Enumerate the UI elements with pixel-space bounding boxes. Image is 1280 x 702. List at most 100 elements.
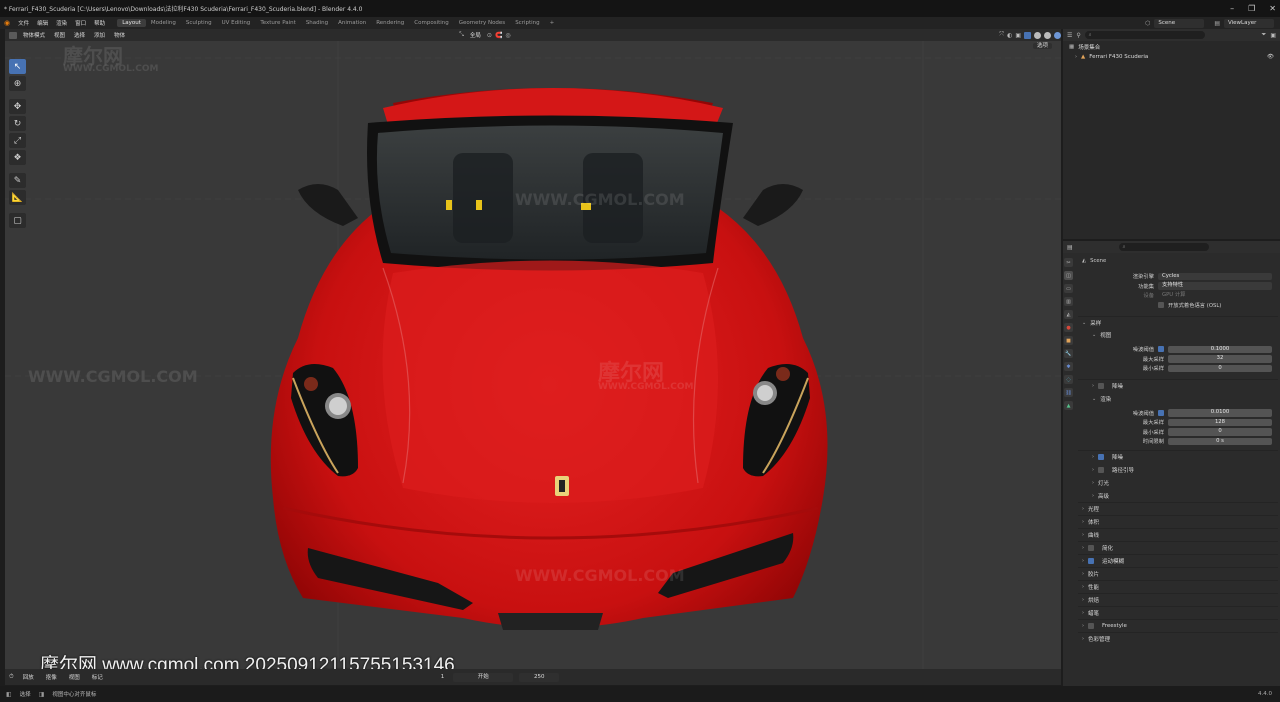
- panel-grease-pencil[interactable]: › 蜡笔: [1078, 606, 1278, 619]
- tab-animation[interactable]: Animation: [333, 19, 371, 27]
- expand-icon[interactable]: ›: [1075, 54, 1077, 60]
- ferrari-car-model[interactable]: [263, 78, 838, 633]
- vp-min-samples-field[interactable]: 0: [1168, 364, 1272, 372]
- outliner-object-row[interactable]: › ▲ Ferrari F430 Scuderia 👁: [1063, 52, 1280, 62]
- panel-sampling[interactable]: ⌄ 采样: [1078, 315, 1278, 329]
- wireframe-shading-icon[interactable]: [1024, 31, 1031, 39]
- data-tab-icon[interactable]: ▲: [1064, 401, 1073, 410]
- panel-light-paths[interactable]: › 光程: [1078, 502, 1278, 515]
- add-workspace-button[interactable]: +: [545, 19, 560, 27]
- outliner-editor-icon[interactable]: ☰: [1067, 32, 1072, 39]
- scene-field[interactable]: Scene: [1154, 18, 1205, 28]
- motion-blur-checkbox[interactable]: [1088, 558, 1094, 564]
- tab-uv-editing[interactable]: UV Editing: [217, 19, 256, 27]
- tab-modeling[interactable]: Modeling: [146, 19, 181, 27]
- panel-path-guiding[interactable]: › 路径引导: [1078, 463, 1278, 476]
- device-dropdown[interactable]: GPU 计算: [1158, 292, 1272, 300]
- render-tab-icon[interactable]: ◫: [1064, 271, 1073, 280]
- transform-orientation[interactable]: 全局: [467, 31, 484, 39]
- world-tab-icon[interactable]: ●: [1064, 323, 1073, 332]
- tool-tab-icon[interactable]: ✂: [1064, 258, 1073, 267]
- rotate-tool-icon[interactable]: ↻: [9, 116, 26, 131]
- scale-tool-icon[interactable]: ⤢: [9, 133, 26, 148]
- particles-tab-icon[interactable]: ✱: [1064, 362, 1073, 371]
- select-tool-icon[interactable]: ↖: [9, 59, 26, 74]
- r-noise-threshold-field[interactable]: 0.0100: [1168, 409, 1272, 417]
- panel-performance[interactable]: › 性能: [1078, 580, 1278, 593]
- view-layer-tab-icon[interactable]: ▥: [1064, 297, 1073, 306]
- add-cube-tool-icon[interactable]: ▢: [9, 213, 26, 228]
- rendered-shading-icon[interactable]: [1054, 31, 1061, 39]
- measure-tool-icon[interactable]: 📐: [9, 190, 26, 205]
- constraints-tab-icon[interactable]: ⛓: [1064, 388, 1073, 397]
- osl-checkbox[interactable]: [1158, 301, 1164, 308]
- view-layer-field[interactable]: ViewLayer: [1224, 18, 1274, 28]
- menu-add[interactable]: 添加: [91, 31, 108, 39]
- timeline-menu-keying[interactable]: 抠像: [43, 673, 60, 681]
- frame-start-field[interactable]: 开始: [453, 672, 514, 682]
- menu-edit[interactable]: 编辑: [33, 19, 52, 27]
- timeline-menu-view[interactable]: 视图: [66, 673, 83, 681]
- vp-max-samples-field[interactable]: 32: [1168, 355, 1272, 363]
- r-max-samples-field[interactable]: 128: [1168, 418, 1272, 426]
- tab-geometry-nodes[interactable]: Geometry Nodes: [454, 19, 510, 27]
- properties-editor-icon[interactable]: ▤: [1067, 244, 1073, 251]
- blender-logo-icon[interactable]: ◉: [4, 19, 14, 27]
- panel-volumes[interactable]: › 体积: [1078, 515, 1278, 528]
- close-button[interactable]: ✕: [1269, 4, 1276, 13]
- feature-set-dropdown[interactable]: 支持特性: [1158, 282, 1272, 290]
- outliner-search-input[interactable]: ⌕: [1084, 31, 1205, 39]
- options-dropdown[interactable]: 选项: [1033, 42, 1053, 51]
- minimize-button[interactable]: –: [1230, 4, 1234, 13]
- visibility-icon[interactable]: 👁: [1267, 54, 1280, 60]
- menu-view[interactable]: 视图: [51, 31, 68, 39]
- pivot-icon[interactable]: ⊙: [487, 32, 492, 39]
- tab-compositing[interactable]: Compositing: [409, 19, 453, 27]
- physics-tab-icon[interactable]: ◌: [1064, 375, 1073, 384]
- tab-shading[interactable]: Shading: [301, 19, 333, 27]
- menu-file[interactable]: 文件: [14, 19, 33, 27]
- timeline-menu-marker[interactable]: 标记: [89, 673, 106, 681]
- vp-denoise-checkbox[interactable]: [1098, 383, 1104, 389]
- r-min-samples-field[interactable]: 0: [1168, 428, 1272, 436]
- vp-noise-threshold-field[interactable]: 0.1000: [1168, 345, 1272, 353]
- panel-simplify[interactable]: › 简化: [1078, 541, 1278, 554]
- time-limit-field[interactable]: 0 s: [1168, 437, 1272, 445]
- xray-icon[interactable]: ▣: [1015, 32, 1021, 39]
- gizmo-icon[interactable]: ⤧: [999, 31, 1004, 39]
- menu-object[interactable]: 物体: [111, 31, 128, 39]
- timeline-editor-icon[interactable]: ⏱: [9, 673, 14, 681]
- panel-r-denoise[interactable]: › 降噪: [1078, 450, 1278, 463]
- menu-help[interactable]: 帮助: [90, 19, 109, 27]
- tab-texture-paint[interactable]: Texture Paint: [255, 19, 301, 27]
- simplify-checkbox[interactable]: [1088, 545, 1094, 551]
- panel-vp-denoise[interactable]: › 降噪: [1078, 379, 1278, 392]
- properties-search-input[interactable]: ⌕: [1118, 243, 1209, 251]
- object-tab-icon[interactable]: ■: [1064, 336, 1073, 345]
- current-frame[interactable]: 1: [438, 674, 448, 680]
- transform-tool-icon[interactable]: ❖: [9, 150, 26, 165]
- menu-select[interactable]: 选择: [71, 31, 88, 39]
- solid-shading-icon[interactable]: [1034, 31, 1041, 39]
- noise-threshold-checkbox[interactable]: [1158, 346, 1164, 353]
- r-noise-threshold-checkbox[interactable]: [1158, 409, 1164, 416]
- mode-select[interactable]: 物体模式: [20, 31, 48, 39]
- proportional-icon[interactable]: ◎: [505, 32, 510, 39]
- panel-bake[interactable]: › 烘焙: [1078, 593, 1278, 606]
- filter-display-icon[interactable]: ⚲: [1076, 32, 1080, 39]
- panel-color-management[interactable]: › 色彩管理: [1078, 632, 1278, 645]
- r-denoise-checkbox[interactable]: [1098, 454, 1104, 460]
- frame-end-field[interactable]: 250: [519, 672, 560, 682]
- panel-freestyle[interactable]: › Freestyle: [1078, 619, 1278, 632]
- panel-render-sampling[interactable]: ⌄ 渲染: [1078, 392, 1278, 405]
- cursor-tool-icon[interactable]: ⊕: [9, 76, 26, 91]
- tab-scripting[interactable]: Scripting: [510, 19, 544, 27]
- render-engine-dropdown[interactable]: Cycles: [1158, 272, 1272, 280]
- panel-motion-blur[interactable]: › 运动模糊: [1078, 554, 1278, 567]
- editor-type-icon[interactable]: [9, 31, 17, 39]
- panel-lights[interactable]: › 灯光: [1078, 476, 1278, 489]
- material-shading-icon[interactable]: [1044, 31, 1051, 39]
- scene-tab-icon[interactable]: ◭: [1064, 310, 1073, 319]
- panel-viewport-sampling[interactable]: ⌄ 视图: [1078, 329, 1278, 342]
- new-collection-icon[interactable]: ▣: [1270, 32, 1280, 39]
